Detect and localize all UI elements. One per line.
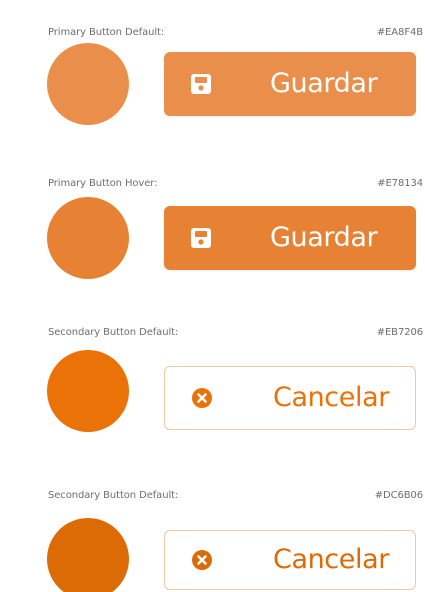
swatch-row-secondary-default: Secondary Button Default: #EB7206 Cancel… xyxy=(0,300,425,450)
swatch-hex: #EA8F4B xyxy=(376,27,423,38)
save-button[interactable]: Guardar xyxy=(164,52,416,116)
swatch-row-primary-default: Primary Button Default: #EA8F4B Guardar xyxy=(0,0,425,150)
swatch-hex: #E78134 xyxy=(377,178,423,189)
swatch-label: Secondary Button Default: xyxy=(48,327,179,338)
swatch-row-secondary-default-dark: Secondary Button Default: #DC6B06 Cancel… xyxy=(0,450,425,592)
save-button-label: Guardar xyxy=(270,221,378,253)
swatch-label: Primary Button Hover: xyxy=(48,178,158,189)
swatch-row-primary-hover: Primary Button Hover: #E78134 Guardar xyxy=(0,150,425,300)
save-icon xyxy=(191,74,211,94)
cancel-button[interactable]: Cancelar xyxy=(164,366,416,430)
save-button-label: Guardar xyxy=(270,67,378,99)
swatch-hex: #DC6B06 xyxy=(374,490,423,501)
color-swatch-circle xyxy=(47,350,129,432)
cancel-button-label: Cancelar xyxy=(273,543,389,575)
swatch-label: Secondary Button Default: xyxy=(48,490,179,501)
cancel-button[interactable]: Cancelar xyxy=(164,530,416,590)
color-swatch-circle xyxy=(47,197,129,279)
color-swatch-circle xyxy=(47,518,129,592)
times-circle-icon xyxy=(192,550,212,570)
swatch-hex: #EB7206 xyxy=(376,327,423,338)
color-swatch-circle xyxy=(47,43,129,125)
times-circle-icon xyxy=(192,388,212,408)
save-icon xyxy=(191,228,211,248)
save-button[interactable]: Guardar xyxy=(164,206,416,270)
cancel-button-label: Cancelar xyxy=(273,381,389,413)
swatch-label: Primary Button Default: xyxy=(48,27,165,38)
